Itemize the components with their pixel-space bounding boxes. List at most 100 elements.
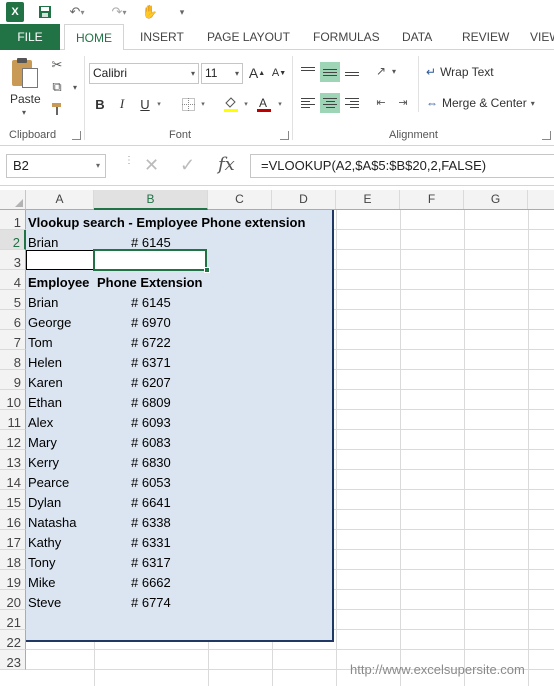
- tab-insert[interactable]: INSERT: [130, 24, 194, 50]
- paste-options-dropdown[interactable]: ▾: [22, 108, 26, 117]
- row-header[interactable]: 7: [0, 330, 26, 350]
- column-header-g[interactable]: G: [464, 190, 528, 209]
- employee-extension[interactable]: # 6331: [131, 530, 171, 550]
- clipboard-launcher-icon[interactable]: [72, 131, 81, 140]
- paste-icon[interactable]: [10, 58, 40, 90]
- header-employee[interactable]: Employee: [28, 270, 89, 290]
- employee-name[interactable]: Tom: [28, 330, 53, 350]
- align-top-icon[interactable]: [298, 62, 318, 82]
- alignment-launcher-icon[interactable]: [542, 131, 551, 140]
- column-header-e[interactable]: E: [336, 190, 400, 209]
- tab-review[interactable]: REVIEW: [452, 24, 519, 50]
- employee-name[interactable]: Mary: [28, 430, 57, 450]
- employee-name[interactable]: Kathy: [28, 530, 61, 550]
- font-launcher-icon[interactable]: [280, 131, 289, 140]
- column-header-f[interactable]: F: [400, 190, 464, 209]
- column-header-a[interactable]: A: [26, 190, 94, 209]
- underline-dropdown[interactable]: ▾: [155, 94, 163, 114]
- row-header[interactable]: 20: [0, 590, 26, 610]
- merge-center-button[interactable]: ⇔ Merge & Center ▾: [426, 93, 535, 113]
- cell-area[interactable]: Vlookup search - Employee Phone extensio…: [26, 210, 554, 686]
- employee-name[interactable]: Dylan: [28, 490, 61, 510]
- employee-name[interactable]: Natasha: [28, 510, 76, 530]
- decrease-font-button[interactable]: A ▼: [271, 63, 287, 83]
- employee-extension[interactable]: # 6093: [131, 410, 171, 430]
- chevron-down-icon[interactable]: ▾: [531, 99, 535, 108]
- orientation-dropdown[interactable]: ▾: [390, 62, 398, 80]
- paste-button[interactable]: Paste: [10, 92, 41, 106]
- employee-extension[interactable]: # 6207: [131, 370, 171, 390]
- borders-dropdown[interactable]: ▾: [199, 94, 207, 114]
- font-size-select[interactable]: 11 ▾: [201, 63, 243, 84]
- employee-name[interactable]: Kerry: [28, 450, 59, 470]
- insert-function-icon[interactable]: fx: [218, 154, 235, 175]
- wrap-text-button[interactable]: ↵ Wrap Text: [426, 62, 494, 82]
- align-left-icon[interactable]: [298, 93, 318, 113]
- employee-extension[interactable]: # 6774: [131, 590, 171, 610]
- row-header[interactable]: 13: [0, 450, 26, 470]
- employee-extension[interactable]: # 6338: [131, 510, 171, 530]
- row-header[interactable]: 17: [0, 530, 26, 550]
- format-painter-icon[interactable]: [48, 100, 66, 118]
- employee-extension[interactable]: # 6809: [131, 390, 171, 410]
- sheet-title[interactable]: Vlookup search - Employee Phone extensio…: [28, 210, 305, 230]
- row-header[interactable]: 15: [0, 490, 26, 510]
- column-header-d[interactable]: D: [272, 190, 336, 209]
- align-bottom-icon[interactable]: [342, 62, 362, 82]
- row-header[interactable]: 8: [0, 350, 26, 370]
- name-box[interactable]: B2 ▾: [6, 154, 106, 178]
- cell-a2[interactable]: Brian: [28, 230, 58, 250]
- row-header[interactable]: 16: [0, 510, 26, 530]
- font-color-dropdown[interactable]: ▾: [276, 94, 284, 114]
- copy-dropdown[interactable]: ▾: [66, 78, 84, 96]
- row-header[interactable]: 22: [0, 630, 26, 650]
- employee-extension[interactable]: # 6830: [131, 450, 171, 470]
- row-header[interactable]: 12: [0, 430, 26, 450]
- employee-name[interactable]: Alex: [28, 410, 53, 430]
- align-right-icon[interactable]: [342, 93, 362, 113]
- employee-name[interactable]: Pearce: [28, 470, 69, 490]
- cell-b2[interactable]: # 6145: [131, 230, 171, 250]
- employee-extension[interactable]: # 6053: [131, 470, 171, 490]
- font-name-select[interactable]: Calibri ▾: [89, 63, 199, 84]
- employee-extension[interactable]: # 6722: [131, 330, 171, 350]
- borders-icon[interactable]: [180, 94, 196, 114]
- employee-name[interactable]: Karen: [28, 370, 63, 390]
- employee-name[interactable]: Tony: [28, 550, 55, 570]
- tab-page-layout[interactable]: PAGE LAYOUT: [197, 24, 300, 50]
- fill-color-dropdown[interactable]: ▾: [242, 94, 250, 114]
- tab-data[interactable]: DATA: [392, 24, 442, 50]
- employee-extension[interactable]: # 6371: [131, 350, 171, 370]
- employee-extension[interactable]: # 6970: [131, 310, 171, 330]
- enter-icon[interactable]: ✓: [180, 155, 195, 176]
- cancel-icon[interactable]: ✕: [144, 155, 159, 176]
- fill-color-icon[interactable]: [222, 94, 240, 114]
- employee-name[interactable]: Brian: [28, 290, 58, 310]
- font-color-icon[interactable]: A: [255, 94, 273, 114]
- cut-icon[interactable]: ✂: [48, 56, 66, 74]
- tab-formulas[interactable]: FORMULAS: [303, 24, 390, 50]
- increase-font-button[interactable]: A ▲: [249, 63, 265, 83]
- employee-name[interactable]: Helen: [28, 350, 62, 370]
- row-header[interactable]: 1: [0, 210, 26, 230]
- tab-file[interactable]: FILE: [0, 24, 60, 50]
- column-header-b[interactable]: B: [94, 190, 208, 210]
- bold-button[interactable]: B: [92, 94, 108, 114]
- employee-extension[interactable]: # 6145: [131, 290, 171, 310]
- row-header[interactable]: 3: [0, 250, 26, 270]
- row-header[interactable]: 6: [0, 310, 26, 330]
- row-header[interactable]: 11: [0, 410, 26, 430]
- save-icon[interactable]: [36, 2, 54, 22]
- employee-extension[interactable]: # 6083: [131, 430, 171, 450]
- row-header[interactable]: 9: [0, 370, 26, 390]
- increase-indent-icon[interactable]: ⇥: [394, 93, 412, 111]
- row-header[interactable]: 14: [0, 470, 26, 490]
- row-header[interactable]: 21: [0, 610, 26, 630]
- tab-view[interactable]: VIEW: [520, 24, 554, 50]
- row-header[interactable]: 4: [0, 270, 26, 290]
- employee-extension[interactable]: # 6662: [131, 570, 171, 590]
- select-all-button[interactable]: [0, 190, 26, 210]
- decrease-indent-icon[interactable]: ⇤: [372, 93, 390, 111]
- redo-icon[interactable]: ↷ ▾: [108, 2, 130, 22]
- orientation-icon[interactable]: ↗: [372, 62, 390, 80]
